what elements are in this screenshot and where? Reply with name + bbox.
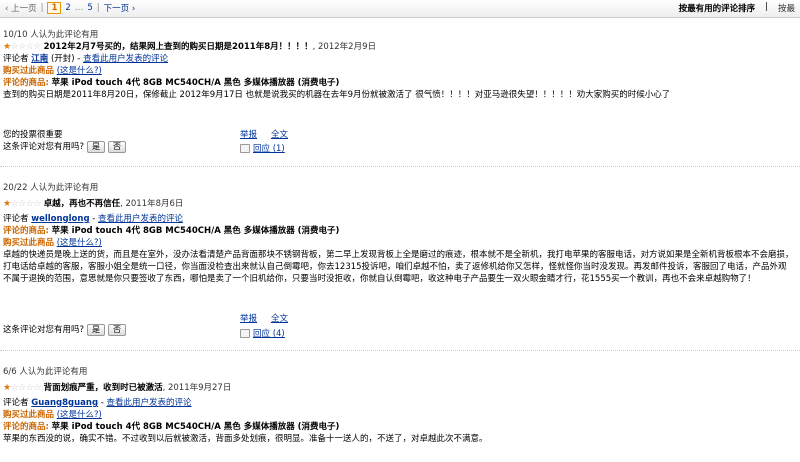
vote-no-button[interactable]: 否 bbox=[108, 324, 127, 336]
review-3: 6/6 人认为此评论有用 ★☆☆☆☆ 背面划痕严重，收到时已被激活, 2011年… bbox=[3, 366, 797, 445]
reviewer-name[interactable]: Guang8guang bbox=[31, 398, 98, 408]
review-body: 苹果的东西没的说，确实不错。不过收到以后就被激活，背面多处划痕，很明显。准备十一… bbox=[3, 434, 488, 444]
reviewer-label: 评论者 bbox=[3, 54, 29, 64]
reply-link[interactable]: 回应 (1) bbox=[253, 144, 285, 154]
product-label: 评论的商品: bbox=[3, 422, 49, 432]
reply-link[interactable]: 回应 (4) bbox=[253, 329, 285, 339]
vote-important-note: 您的投票很重要 bbox=[3, 130, 63, 140]
product-name: 苹果 iPod touch 4代 8GB MC540CH/A 黑色 多媒体播放器… bbox=[51, 78, 340, 88]
reviewer-reviews-link[interactable]: 查看此用户发表的评论 bbox=[83, 54, 168, 64]
page-5-link[interactable]: 5 bbox=[87, 3, 92, 13]
purchase-badge-line: 购买过此商品 (这是什么?) bbox=[3, 237, 797, 249]
reviewer-line: 评论者 江南 (开封) - 查看此用户发表的评论 bbox=[3, 54, 169, 64]
review-date: , 2012年2月9日 bbox=[312, 42, 376, 52]
review-title: 2012年2月7号买的，结果网上查到的购买日期是2011年8月！！！！ bbox=[43, 42, 313, 52]
what-is-this-link[interactable]: (这是什么?) bbox=[57, 66, 102, 76]
reply-icon bbox=[240, 144, 250, 153]
review-title: 背面划痕严重，收到时已被激活 bbox=[43, 383, 163, 393]
vote-yes-button[interactable]: 是 bbox=[87, 141, 106, 153]
what-is-this-link[interactable]: (这是什么?) bbox=[57, 238, 102, 248]
verified-purchase-badge: 购买过此商品 bbox=[3, 238, 55, 248]
permalink-link[interactable]: 全文 bbox=[271, 129, 288, 141]
helpful-count: 6/6 人认为此评论有用 bbox=[3, 367, 88, 377]
reviewer-reviews-link[interactable]: 查看此用户发表的评论 bbox=[98, 214, 183, 224]
sort-options: 按最有用的评论排序 | 按最 bbox=[679, 2, 795, 14]
helpful-count: 20/22 人认为此评论有用 bbox=[3, 183, 99, 193]
review-date: , 2011年9月27日 bbox=[162, 383, 232, 393]
report-link[interactable]: 举报 bbox=[240, 129, 257, 141]
sort-separator: | bbox=[765, 2, 768, 12]
review-headline: ★☆☆☆☆ 背面划痕严重，收到时已被激活, 2011年9月27日 bbox=[3, 382, 797, 394]
reviewer-location: (开封) bbox=[50, 54, 75, 64]
vote-no-button[interactable]: 否 bbox=[108, 141, 127, 153]
verified-purchase-badge: 购买过此商品 bbox=[3, 410, 55, 420]
pager-separator: | bbox=[40, 3, 44, 13]
star-rating: ★☆☆☆☆ bbox=[3, 199, 41, 209]
product-line: 评论的商品: 苹果 iPod touch 4代 8GB MC540CH/A 黑色… bbox=[3, 225, 797, 237]
what-is-this-link[interactable]: (这是什么?) bbox=[57, 410, 102, 420]
star-rating: ★☆☆☆☆ bbox=[3, 383, 41, 393]
pager-separator: | bbox=[96, 3, 100, 13]
top-toolbar: ‹ 上一页 | 1 2 … 5 | 下一页 › 按最有用的评论排序 | 按最 bbox=[0, 0, 800, 18]
review-title: 卓越，再也不再信任 bbox=[43, 199, 121, 209]
review-headline: ★☆☆☆☆ 2012年2月7号买的，结果网上查到的购买日期是2011年8月！！！… bbox=[3, 41, 797, 53]
page-1-current[interactable]: 1 bbox=[47, 2, 62, 14]
review-divider bbox=[0, 350, 800, 351]
star-icon: ☆☆☆☆ bbox=[10, 199, 42, 209]
pagination: ‹ 上一页 | 1 2 … 5 | 下一页 › bbox=[5, 2, 135, 14]
product-label: 评论的商品: bbox=[3, 226, 49, 236]
vote-yes-button[interactable]: 是 bbox=[87, 324, 106, 336]
review-2: 20/22 人认为此评论有用 ★☆☆☆☆ 卓越，再也不再信任, 2011年8月6… bbox=[3, 182, 797, 285]
next-page-link[interactable]: 下一页 › bbox=[104, 2, 136, 14]
review-1: 10/10 人认为此评论有用 ★☆☆☆☆ 2012年2月7号买的，结果网上查到的… bbox=[3, 29, 797, 101]
review-date: , 2011年8月6日 bbox=[120, 199, 184, 209]
product-name: 苹果 iPod touch 4代 8GB MC540CH/A 黑色 多媒体播放器… bbox=[51, 422, 340, 432]
review-actions: 举报 全文 回应 (4) bbox=[240, 313, 320, 340]
prev-page-link[interactable]: ‹ 上一页 bbox=[5, 2, 37, 14]
reply-icon bbox=[240, 329, 250, 338]
product-line: 评论的商品: 苹果 iPod touch 4代 8GB MC540CH/A 黑色… bbox=[3, 421, 797, 433]
star-icon: ☆☆☆☆ bbox=[10, 42, 42, 52]
star-icon: ☆☆☆☆ bbox=[10, 383, 42, 393]
reviewer-line: 评论者 Guang8guang - 查看此用户发表的评论 bbox=[3, 398, 192, 408]
reviewer-name[interactable]: 江南 bbox=[31, 54, 48, 64]
star-icon: ★ bbox=[3, 42, 11, 52]
helpful-count: 10/10 人认为此评论有用 bbox=[3, 30, 99, 40]
product-name: 苹果 iPod touch 4代 8GB MC540CH/A 黑色 多媒体播放器… bbox=[51, 226, 340, 236]
reviewer-reviews-link[interactable]: 查看此用户发表的评论 bbox=[107, 398, 192, 408]
purchase-badge-line: 购买过此商品 (这是什么?) bbox=[3, 409, 797, 421]
reviewer-name[interactable]: wellonglong bbox=[31, 214, 89, 224]
vote-question: 这条评论对您有用吗? bbox=[3, 142, 85, 152]
report-link[interactable]: 举报 bbox=[240, 313, 257, 325]
product-line: 评论的商品: 苹果 iPod touch 4代 8GB MC540CH/A 黑色… bbox=[3, 77, 797, 89]
review-actions: 举报 全文 回应 (1) bbox=[240, 129, 320, 155]
product-label: 评论的商品: bbox=[3, 78, 49, 88]
vote-box: 您的投票很重要 这条评论对您有用吗? 是 否 bbox=[3, 129, 243, 153]
sort-most-helpful[interactable]: 按最有用的评论排序 bbox=[679, 2, 756, 14]
vote-question-row: 这条评论对您有用吗? 是 否 bbox=[3, 141, 243, 153]
review-headline: ★☆☆☆☆ 卓越，再也不再信任, 2011年8月6日 bbox=[3, 198, 797, 210]
review-divider bbox=[0, 166, 800, 167]
purchase-badge-line: 购买过此商品 (这是什么?) bbox=[3, 65, 797, 77]
reviewer-label: 评论者 bbox=[3, 214, 29, 224]
reviewer-label: 评论者 bbox=[3, 398, 29, 408]
review-body: 卓越的快递员是晚上送的货，而且是在室外，没办法看清楚产品背面那块不锈钢背板，第二… bbox=[3, 250, 794, 284]
vote-question-row: 这条评论对您有用吗? 是 否 bbox=[3, 324, 243, 336]
page-ellipsis: … bbox=[74, 3, 84, 13]
verified-purchase-badge: 购买过此商品 bbox=[3, 66, 55, 76]
review-body: 查到的购买日期是2011年8月20日，保修截止 2012年9月17日 也就是说我… bbox=[3, 90, 671, 100]
permalink-link[interactable]: 全文 bbox=[271, 313, 288, 325]
star-icon: ★ bbox=[3, 383, 11, 393]
vote-box: 这条评论对您有用吗? 是 否 bbox=[3, 312, 243, 336]
sort-other[interactable]: 按最 bbox=[778, 2, 795, 14]
page-2-link[interactable]: 2 bbox=[65, 3, 70, 13]
reviewer-line: 评论者 wellonglong - 查看此用户发表的评论 bbox=[3, 214, 184, 224]
vote-question: 这条评论对您有用吗? bbox=[3, 325, 85, 335]
star-rating: ★☆☆☆☆ bbox=[3, 42, 41, 52]
star-icon: ★ bbox=[3, 199, 11, 209]
